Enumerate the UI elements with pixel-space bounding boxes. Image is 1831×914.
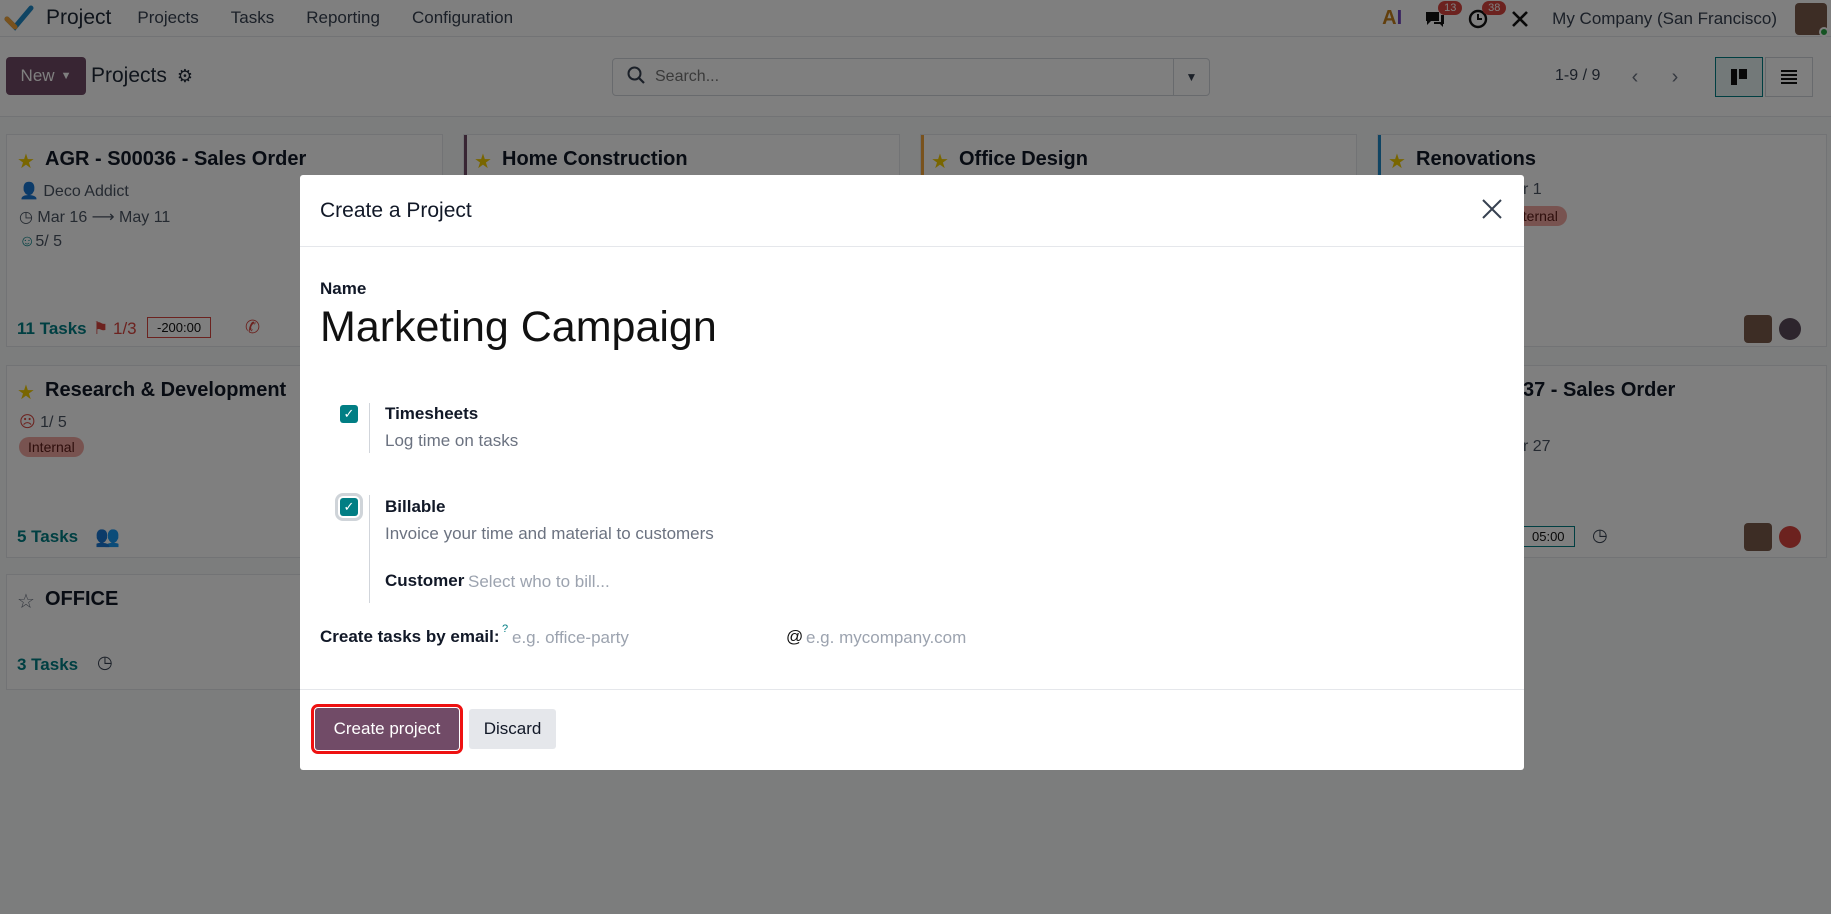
name-input[interactable]: Marketing Campaign: [320, 303, 717, 352]
create-project-dialog: Create a Project Name Marketing Campaign…: [300, 175, 1524, 770]
dialog-title: Create a Project: [320, 199, 472, 222]
discard-button[interactable]: Discard: [469, 709, 556, 749]
name-label: Name: [320, 279, 367, 298]
customer-label: Customer: [385, 571, 465, 590]
at-sign: @: [786, 627, 804, 646]
create-project-button[interactable]: Create project: [311, 704, 463, 754]
billable-description: Invoice your time and material to custom…: [385, 524, 714, 543]
dialog-footer: Create project Discard: [300, 689, 1524, 770]
email-domain-input[interactable]: e.g. mycompany.com: [806, 628, 966, 648]
email-alias-label: Create tasks by email:: [320, 627, 500, 646]
timesheets-title: Timesheets: [385, 404, 479, 423]
email-alias-input[interactable]: e.g. office-party: [512, 628, 629, 648]
option-divider: [369, 495, 370, 603]
billable-checkbox[interactable]: ✓: [335, 493, 363, 521]
help-tooltip-icon[interactable]: ?: [502, 623, 508, 635]
timesheets-description: Log time on tasks: [385, 431, 519, 450]
option-divider: [369, 403, 370, 453]
dialog-header: Create a Project: [300, 175, 1524, 247]
close-icon[interactable]: [1476, 193, 1508, 225]
customer-input[interactable]: Select who to bill...: [468, 572, 610, 592]
timesheets-checkbox[interactable]: ✓: [340, 405, 358, 423]
billable-title: Billable: [385, 497, 446, 516]
